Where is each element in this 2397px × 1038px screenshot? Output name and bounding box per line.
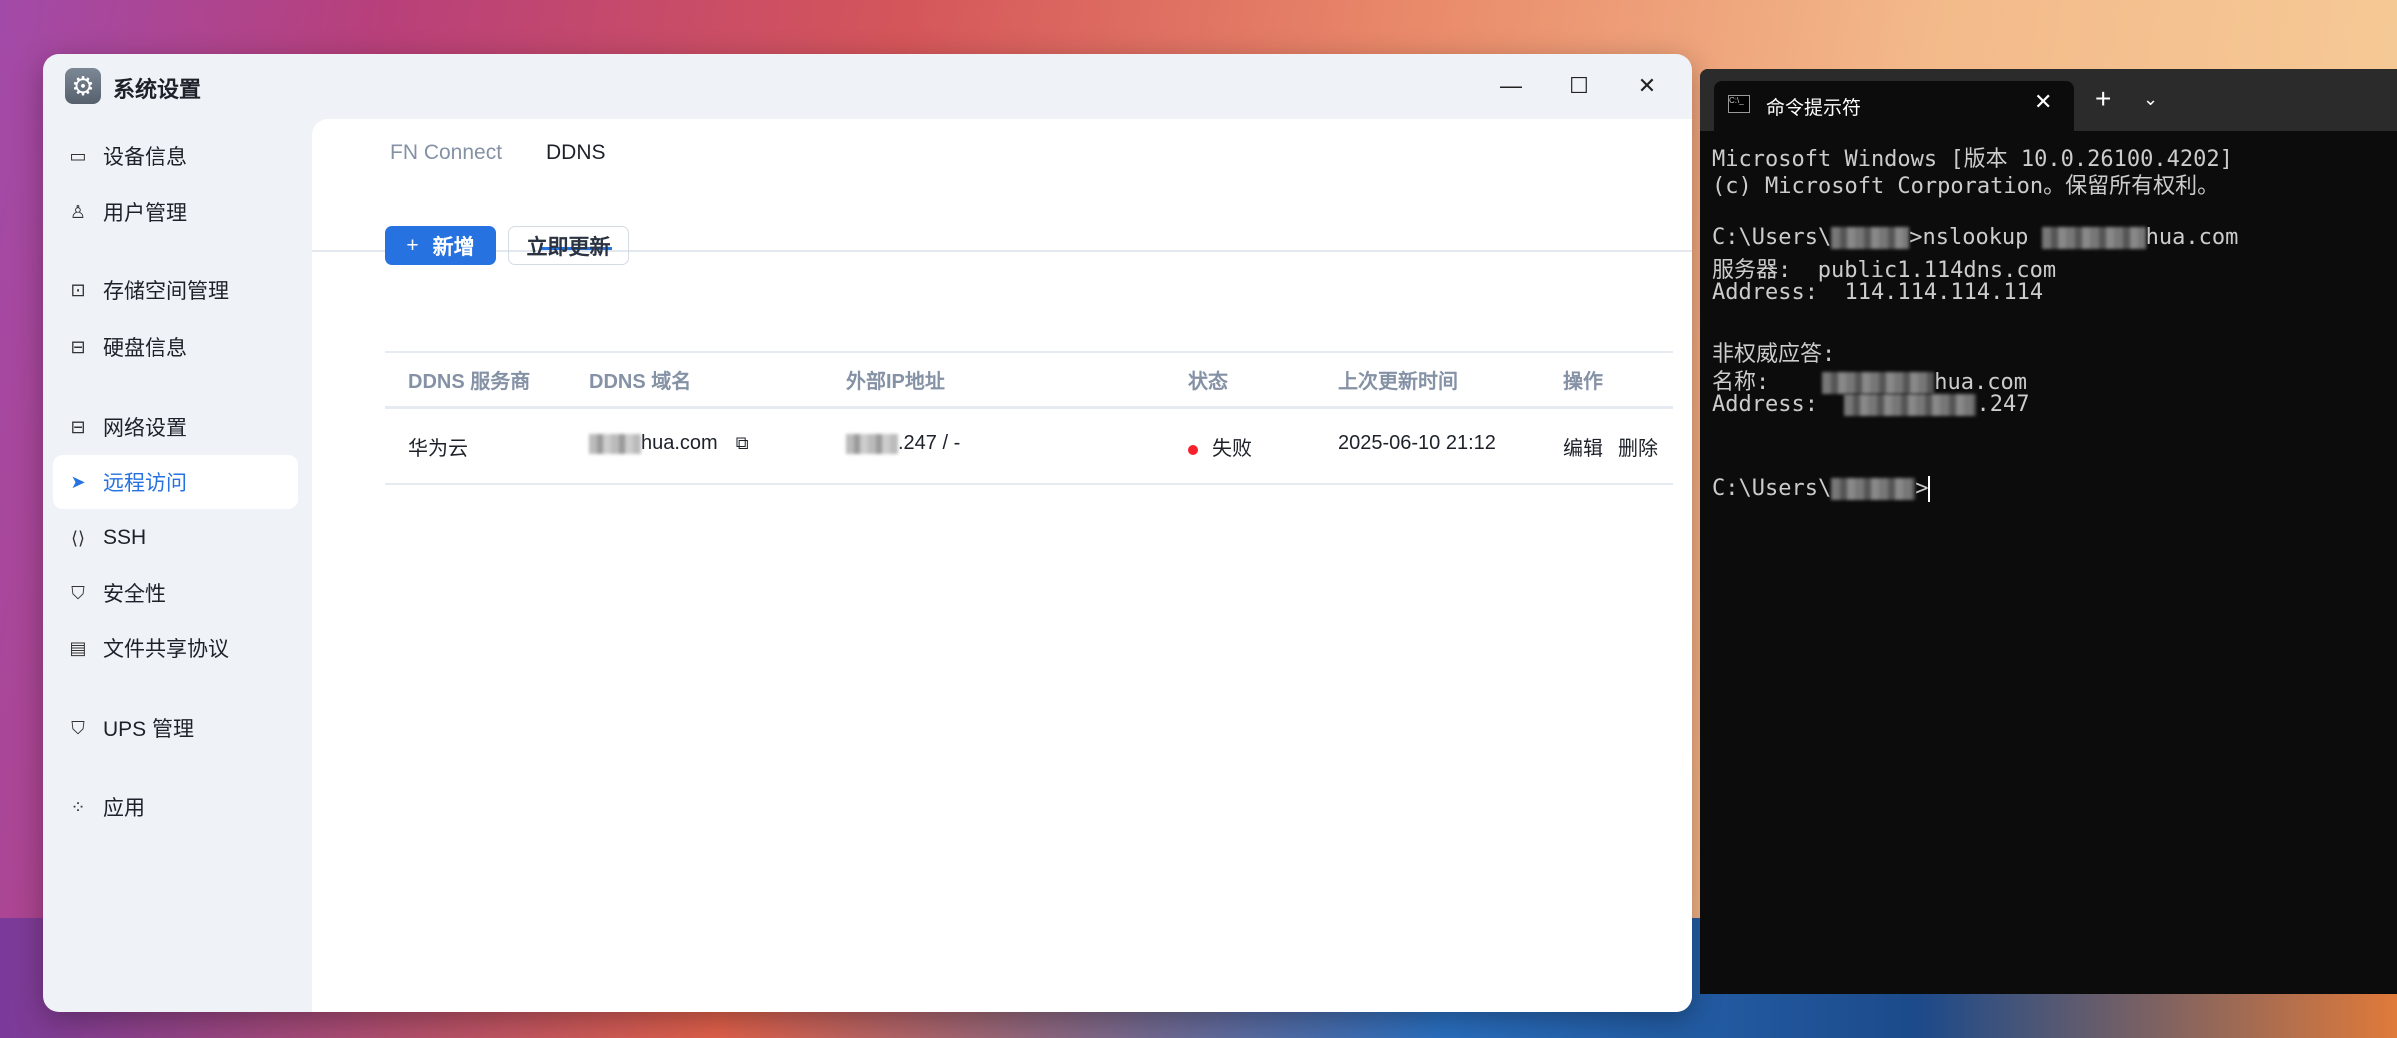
content-panel: FN Connect DDNS + 新增 立即更新 DDNS 服务商 DDNS 域… (312, 119, 1692, 1012)
status-text: 失败 (1212, 438, 1252, 460)
table-row-border (385, 483, 1673, 485)
plus-icon: + (406, 233, 419, 257)
redacted-username (1831, 478, 1916, 500)
tab-fn-connect[interactable]: FN Connect (390, 141, 502, 165)
delete-link[interactable]: 删除 (1618, 432, 1658, 461)
terminal-window: C:\_ 命令提示符 ✕ + ⌄ Microsoft Windows [版本 1… (1700, 69, 2397, 994)
redacted-domain (2041, 227, 2146, 249)
shield-check-icon: ⛉ (71, 582, 85, 603)
file-icon: ▤ (69, 637, 87, 658)
status-cell: 失败 (1188, 432, 1252, 461)
disk-icon: ⊟ (70, 336, 86, 357)
sidebar-item-ups[interactable]: ⛉ UPS 管理 (53, 701, 298, 755)
domain-cell: hua.com ⧉ (589, 432, 749, 455)
terminal-tab-title: 命令提示符 (1766, 98, 1862, 119)
update-now-button[interactable]: 立即更新 (508, 226, 629, 265)
ip-text: .247 (1976, 392, 2030, 417)
sidebar-item-label: 存储空间管理 (103, 280, 229, 303)
new-tab-button[interactable]: + (2095, 83, 2111, 115)
status-dot-icon (1188, 444, 1198, 455)
tab-ddns[interactable]: DDNS (546, 141, 606, 165)
redacted-username (1831, 227, 1910, 249)
close-tab-icon[interactable]: ✕ (2034, 89, 2052, 115)
sidebar-item-disk[interactable]: ⊟ 硬盘信息 (53, 320, 298, 374)
sidebar-item-label: SSH (103, 526, 147, 549)
sidebar-item-apps[interactable]: ⁘ 应用 (53, 780, 298, 834)
column-header-actions: 操作 (1563, 371, 1603, 393)
sidebar-item-label: 网络设置 (103, 417, 187, 440)
maximize-button[interactable]: ☐ (1559, 68, 1599, 104)
chevron-down-icon[interactable]: ⌄ (2143, 89, 2158, 110)
user-gear-icon: ♙ (69, 201, 87, 222)
sidebar-item-file-sharing[interactable]: ▤ 文件共享协议 (53, 621, 298, 675)
table-top-border (385, 351, 1673, 353)
redacted-domain (1822, 372, 1935, 394)
shield-icon: ⛉ (71, 717, 85, 738)
network-icon: ⊟ (70, 416, 86, 437)
close-button[interactable]: ✕ (1627, 68, 1667, 104)
column-header-provider: DDNS 服务商 (408, 371, 531, 393)
window-title: 系统设置 (113, 77, 202, 102)
cmd-icon: C:\_ (1728, 95, 1750, 113)
column-header-status: 状态 (1188, 371, 1228, 393)
copy-icon[interactable]: ⧉ (736, 433, 749, 453)
column-header-domain: DDNS 域名 (589, 371, 692, 393)
terminal-line: Address: 114.114.114.114 (1712, 280, 2044, 305)
sidebar-item-label: 设备信息 (103, 146, 187, 169)
terminal-line: C:\Users\ >nslookup hua.com (1712, 225, 2238, 250)
text-cursor (1928, 476, 1931, 502)
prompt-symbol: > (1915, 476, 1929, 501)
sidebar-item-label: 安全性 (103, 583, 166, 606)
terminal-line: Address: .247 (1712, 392, 2029, 417)
sidebar-item-remote-access[interactable]: ➤ 远程访问 (53, 455, 298, 509)
settings-gear-icon: ⚙ (65, 68, 101, 104)
ip-cell: .247 / - (846, 432, 960, 455)
domain-text: hua.com (2145, 225, 2239, 250)
add-button[interactable]: + 新增 (385, 226, 496, 265)
sidebar-item-label: 应用 (103, 797, 145, 820)
terminal-line: C:\Users\ > (1712, 476, 1931, 502)
redacted-ip (846, 433, 898, 454)
code-icon: ⟨⟩ (70, 527, 86, 548)
column-header-ip: 外部IP地址 (846, 371, 945, 393)
storage-icon: ⊡ (70, 279, 86, 300)
domain-text: hua.com (641, 432, 718, 454)
add-button-label: 新增 (432, 235, 475, 259)
sidebar-item-label: 用户管理 (103, 202, 187, 225)
table-header-border (385, 406, 1673, 409)
redacted-ip (1844, 394, 1977, 416)
label-text: Address: (1712, 392, 1845, 417)
sidebar-item-network[interactable]: ⊟ 网络设置 (53, 400, 298, 454)
send-icon: ➤ (70, 471, 86, 492)
sidebar-item-label: 硬盘信息 (103, 337, 187, 360)
edit-link[interactable]: 编辑 (1563, 432, 1603, 461)
column-header-updated: 上次更新时间 (1338, 371, 1458, 393)
sidebar-item-security[interactable]: ⛉ 安全性 (53, 566, 298, 620)
updated-cell: 2025-06-10 21:12 (1338, 432, 1496, 454)
redacted-domain (589, 433, 641, 454)
sidebar-item-label: 远程访问 (103, 472, 187, 495)
sidebar-item-users[interactable]: ♙ 用户管理 (53, 185, 298, 239)
apps-icon: ⁘ (70, 796, 86, 817)
settings-window: ⚙ 系统设置 — ☐ ✕ ▭ 设备信息 ♙ 用户管理 ⊡ 存储空间管理 ⊟ 硬盘信息 ⊟… (43, 54, 1692, 1012)
terminal-line: (c) Microsoft Corporation。保留所有权利。 (1712, 174, 2220, 199)
ip-text: .247 / - (898, 432, 961, 454)
command-text: >nslookup (1909, 225, 2042, 250)
sidebar-item-device-info[interactable]: ▭ 设备信息 (53, 129, 298, 183)
prompt-text: C:\Users\ (1712, 476, 1832, 501)
device-icon: ▭ (69, 145, 87, 166)
terminal-tab[interactable]: C:\_ 命令提示符 ✕ (1714, 81, 2074, 137)
sidebar-item-ssh[interactable]: ⟨⟩ SSH (53, 511, 298, 565)
sidebar-item-label: UPS 管理 (103, 718, 195, 741)
sidebar-item-storage[interactable]: ⊡ 存储空间管理 (53, 263, 298, 317)
prompt-text: C:\Users\ (1712, 225, 1832, 250)
provider-cell: 华为云 (408, 438, 468, 460)
minimize-button[interactable]: — (1491, 68, 1531, 104)
sidebar-item-label: 文件共享协议 (103, 638, 229, 661)
